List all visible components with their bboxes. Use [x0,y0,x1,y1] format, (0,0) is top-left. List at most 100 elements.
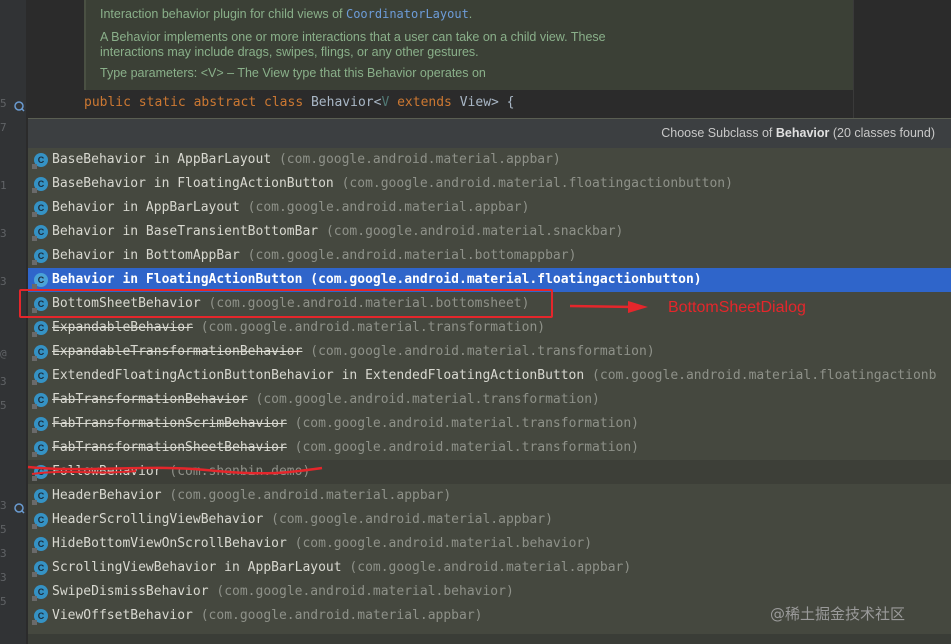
popup-title-class: Behavior [775,126,830,140]
keyword: extends [389,95,452,110]
line-number: 3 [0,375,7,388]
subclass-list-item[interactable]: C FabTransformationSheetBehavior (com.goo… [28,436,951,460]
javadoc-line: Interaction behavior plugin for child vi… [86,0,854,22]
subclass-list-item[interactable]: C Behavior in BaseTransientBottomBar (com… [28,220,951,244]
javadoc-line: A Behavior implements one or more intera… [100,30,606,44]
package-name: (com.google.android.material.behavior) [294,536,593,551]
javadoc-block: Interaction behavior plugin for child vi… [84,0,854,90]
line-number: 5 [0,399,7,412]
package-name: (com.google.android.material.floatingact… [310,272,702,287]
coordinator-layout-link[interactable]: CoordinatorLayout [346,7,469,21]
subclass-list-item[interactable]: C Behavior in AppBarLayout (com.google.an… [28,196,951,220]
class-name: BaseBehavior in FloatingActionButton [52,176,334,191]
popup-count: (20 classes found) [829,126,935,140]
line-number: 3 [0,571,7,584]
line-number: 3 [0,547,7,560]
package-name: (com.google.android.material.behavior) [216,584,514,599]
class-name: ExtendedFloatingActionButtonBehavior in … [52,368,585,383]
class-name: FabTransformationBehavior [52,392,248,407]
class-name: Behavior in BottomAppBar [52,248,240,263]
class-name: Behavior in BaseTransientBottomBar [52,224,319,239]
package-name: (com.google.android.material.transformat… [294,440,640,455]
class-icon: C [32,177,48,193]
class-name: ViewOffsetBehavior [52,608,193,623]
subclass-list-item[interactable]: C BaseBehavior in AppBarLayout (com.googl… [28,148,951,172]
right-margin-guide [853,0,854,118]
class-name: ScrollingViewBehavior in AppBarLayout [52,560,342,575]
override-gutter-icon[interactable] [14,499,25,514]
subclass-list-item[interactable]: C BaseBehavior in FloatingActionButton (c… [28,172,951,196]
package-name: (com.google.android.material.transformat… [255,392,600,407]
subclass-list-item[interactable]: C HideBottomViewOnScrollBehavior (com.goo… [28,532,951,556]
class-name: SwipeDismissBehavior [52,584,209,599]
annotation-label: BottomSheetDialog [668,299,806,316]
package-name: (com.google.android.material.appbar) [169,488,452,503]
code-text: View> { [451,95,515,110]
class-icon: C [32,345,48,361]
class-icon: C [32,585,48,601]
package-name: (com.google.android.material.appbar) [271,512,553,527]
line-number: 3 [0,227,7,240]
popup-header: Choose Subclass of Behavior (20 classes … [28,119,951,148]
class-declaration-line[interactable]: public static abstract class Behavior<V … [84,95,515,110]
class-icon: C [32,273,48,289]
class-name: FabTransformationScrimBehavior [52,416,287,431]
line-number: 3 [0,499,7,512]
class-icon: C [32,225,48,241]
subclass-list-item[interactable]: C FabTransformationBehavior (com.google.a… [28,388,951,412]
class-icon: C [32,369,48,385]
subclass-list-item[interactable]: C ScrollingViewBehavior in AppBarLayout (… [28,556,951,580]
class-icon: C [32,393,48,409]
class-name: Behavior in FloatingActionButton [52,272,303,287]
class-name: ExpandableTransformationBehavior [52,344,303,359]
subclass-list-item[interactable]: C HeaderScrollingViewBehavior (com.google… [28,508,951,532]
keyword: public static abstract class [84,95,304,110]
package-name: (com.google.android.material.snackbar) [325,224,624,239]
package-name: (com.google.android.material.transformat… [310,344,655,359]
subclass-list-item[interactable]: C Behavior in BottomAppBar (com.google.an… [28,244,951,268]
class-name: Behavior< [303,95,382,110]
subclass-list: C BaseBehavior in AppBarLayout (com.googl… [28,148,951,628]
annotation-strike-scribble [27,465,323,475]
class-name: BaseBehavior in AppBarLayout [52,152,272,167]
class-icon: C [32,441,48,457]
class-icon: C [32,321,48,337]
popup-title: Choose Subclass of [661,126,776,140]
override-gutter-icon[interactable] [14,97,25,112]
package-name: (com.google.android.material.appbar) [247,200,530,215]
javadoc-text: Interaction behavior plugin for child vi… [100,7,346,21]
javadoc-line: Type parameters: <V> – The View type tha… [100,66,486,80]
line-number: 7 [0,121,7,134]
watermark: @稀土掘金技术社区 [770,605,906,623]
line-number: 3 [0,275,7,288]
package-name: (com.google.android.material.floatingact… [592,368,937,383]
class-icon: C [32,417,48,433]
package-name: (com.google.android.material.appbar) [349,560,632,575]
class-icon: C [32,201,48,217]
package-name: (com.google.android.material.bottomappba… [247,248,577,263]
subclass-list-item[interactable]: C ExtendedFloatingActionButtonBehavior in… [28,364,951,388]
choose-subclass-popup: Choose Subclass of Behavior (20 classes … [28,118,951,644]
class-name: Behavior in AppBarLayout [52,200,240,215]
package-name: (com.google.android.material.transformat… [294,416,640,431]
subclass-list-item[interactable]: C HeaderBehavior (com.google.android.mate… [28,484,951,508]
class-name: FabTransformationSheetBehavior [52,440,287,455]
class-icon: C [32,537,48,553]
class-icon: C [32,513,48,529]
package-name: (com.google.android.material.transformat… [200,320,546,335]
line-number: @ [0,347,7,360]
package-name: (com.google.android.material.appbar) [278,152,561,167]
package-name: (com.google.android.material.appbar) [200,608,483,623]
subclass-list-item[interactable]: C ExpandableTransformationBehavior (com.g… [28,340,951,364]
subclass-list-item[interactable]: C FabTransformationScrimBehavior (com.goo… [28,412,951,436]
javadoc-line: interactions may include drags, swipes, … [100,45,479,59]
subclass-list-item[interactable]: C SwipeDismissBehavior (com.google.androi… [28,580,951,604]
class-icon: C [32,489,48,505]
annotation-arrow-icon [570,301,648,313]
line-number: 5 [0,595,7,608]
class-name: HideBottomViewOnScrollBehavior [52,536,287,551]
subclass-list-item[interactable]: C ExpandableBehavior (com.google.android.… [28,316,951,340]
class-name: HeaderScrollingViewBehavior [52,512,264,527]
line-number: 5 [0,97,7,110]
package-name: (com.google.android.material.floatingact… [341,176,733,191]
